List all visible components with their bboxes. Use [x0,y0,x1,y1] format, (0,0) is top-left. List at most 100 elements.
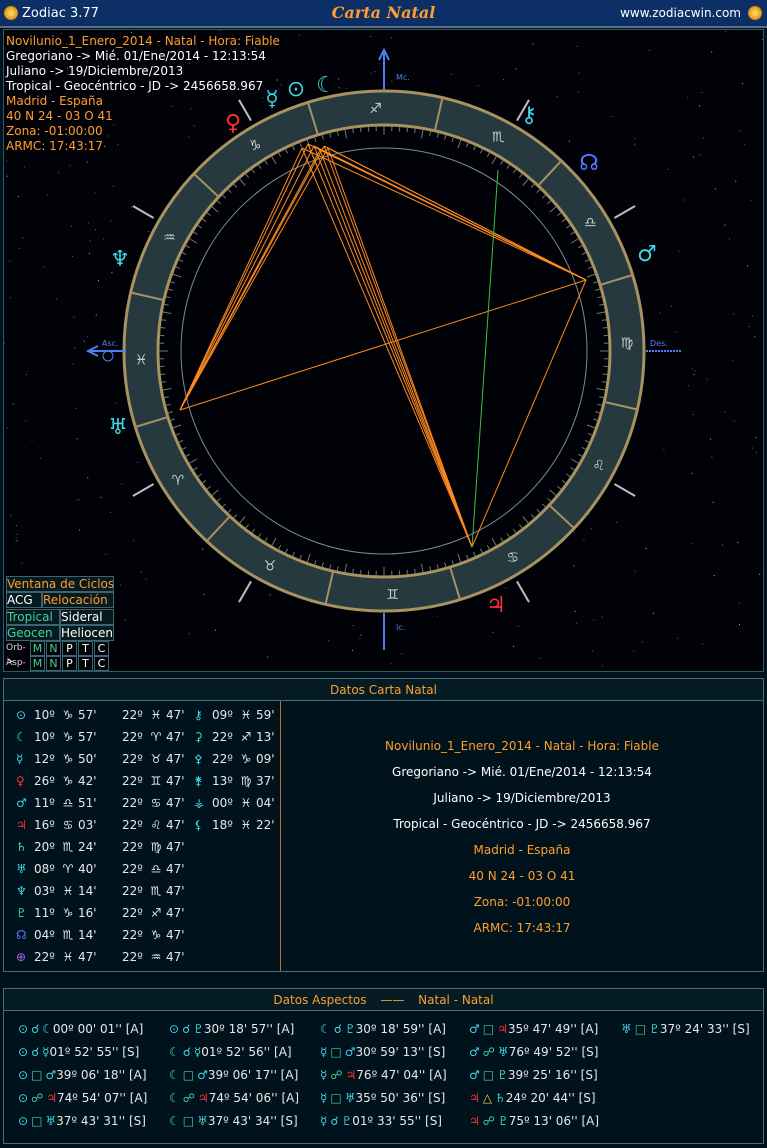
aspect-type-icon: ☌ [330,1114,339,1128]
cusp-tick [613,205,636,219]
toggle-t-button[interactable]: T [78,656,93,671]
aspect-planet2-icon: ♃ [46,1091,57,1105]
star [328,640,330,642]
star [748,326,750,328]
star [710,438,712,440]
degree-value: 20º [34,840,55,854]
star [133,540,135,542]
aspect-item: ☿ ☍ ♃76º 47' 04'' [A] [320,1065,447,1085]
star [648,50,650,51]
star [98,280,99,282]
toggle-c-button[interactable]: C [94,656,109,671]
aspect-type-icon: □ [330,1045,342,1059]
position-row: 22º ♊ 47' [122,771,185,791]
degree-tick [160,373,166,375]
aspect-planet1-icon: ⊙ [18,1091,29,1105]
star [611,116,613,117]
degree-tick [360,569,362,575]
planet-symbol-icon: ♆ [16,884,27,898]
planet-glyph[interactable]: ♃ [486,593,506,618]
chart-info: Novilunio_1_Enero_2014 - Natal - Hora: F… [6,34,280,154]
toggle-m-button[interactable]: M [30,656,45,671]
planet-symbol-icon: ♂ [16,796,27,810]
star [747,265,748,267]
degree-value: 22º [122,840,143,854]
star [16,540,18,542]
heliocentric-button[interactable]: Heliocen [60,625,114,641]
position-row: 22º ♈ 47' [122,727,185,747]
aspect-type-icon: ☍ [31,1091,44,1105]
planet-glyph[interactable]: ☾ [316,73,336,98]
position-row: 22º ♌ 47' [122,815,185,835]
star [739,624,740,626]
planet-symbol-icon: ☾ [16,730,27,744]
datos-carta-panel: Datos Carta Natal ⊙ 10º ♑ 57' ☾ 10º ♑ 57' ☿ 12º ♑ 5… [3,678,764,972]
star [6,427,8,429]
planet-symbol-icon: ⊙ [16,708,27,722]
aspect-planet2-icon: ♇ [344,1022,356,1036]
star [755,437,757,439]
planet-glyph[interactable]: ♆ [110,247,130,272]
planet-glyph[interactable]: ♂ [637,242,657,267]
datos-info-line: 40 N 24 - 03 O 41 [468,869,576,883]
minute-value: 47' [166,862,185,876]
toggle-c-button[interactable]: C [94,641,109,656]
star [58,172,59,174]
star [601,616,603,618]
aspect-item: ⊙ ☌ ☾00º 00' 01'' [A] [18,1019,143,1039]
star [691,472,693,474]
sign-symbol-icon: ♈ [150,730,162,744]
toggle-t-button[interactable]: T [78,641,93,656]
star [148,231,150,232]
aspect-orb-value: 01º 52' 55'' [S] [49,1045,140,1059]
sign-symbol-icon: ♈ [62,862,74,876]
toggle-p-button[interactable]: P [62,656,77,671]
sign-glyph: ♐ [369,101,382,117]
sign-symbol-icon: ♑ [240,752,252,766]
star [115,402,117,404]
position-row: ⊕ 22º ♓ 47' [16,947,97,967]
toggle-p-button[interactable]: P [62,641,77,656]
star [702,137,704,139]
star [18,247,20,249]
aspect-item: ⊙ ☍ ♃74º 54' 07'' [A] [18,1088,147,1108]
sign-symbol-icon: ♏ [62,840,74,854]
minute-value: 47' [166,752,185,766]
tropical-button[interactable]: Tropical [6,609,60,625]
aspect-orb-value: 30º 18' 59'' [A] [355,1022,446,1036]
star [6,175,8,177]
planet-glyph[interactable]: ♅ [108,415,128,440]
sign-glyph: ♎ [584,215,597,231]
aspectos-subtitle: Natal - Natal [418,993,494,1007]
aspect-orb-value: 74º 54' 07'' [A] [56,1091,148,1105]
planet-symbol-icon: ♀ [16,774,25,788]
planet-glyph[interactable]: ⚷ [521,103,537,128]
planet-symbol-icon: ⚵ [194,774,203,788]
acg-button[interactable]: ACG [6,592,42,608]
star [298,34,300,36]
minute-value: 47' [166,840,185,854]
toggle-n-button[interactable]: N [46,641,61,656]
relocacion-button[interactable]: Relocación [42,592,114,608]
star [76,499,78,501]
geocentric-button[interactable]: Geocen [6,625,60,641]
toggle-m-button[interactable]: M [30,641,45,656]
aspect-planet1-icon: ☾ [169,1091,180,1105]
star [89,240,91,242]
star [94,192,96,194]
position-row: 22º ♎ 47' [122,859,185,879]
system-menu-icon[interactable] [748,6,762,20]
star [390,663,392,665]
planet-glyph[interactable]: ☊ [579,151,599,176]
star [22,237,24,239]
star [73,316,75,318]
sign-glyph: ♏ [492,129,505,145]
star [9,260,11,262]
aspect-item: ☿ □ ♅35º 50' 36'' [S] [320,1088,445,1108]
sideral-button[interactable]: Sideral [60,609,114,625]
toggle-n-button[interactable]: N [46,656,61,671]
star [713,575,715,577]
aspect-orb-value: 76º 49' 52'' [S] [508,1045,599,1059]
ciclos-button[interactable]: Ventana de Ciclos [6,576,114,592]
planet-glyph[interactable]: ⊙ [287,77,305,102]
